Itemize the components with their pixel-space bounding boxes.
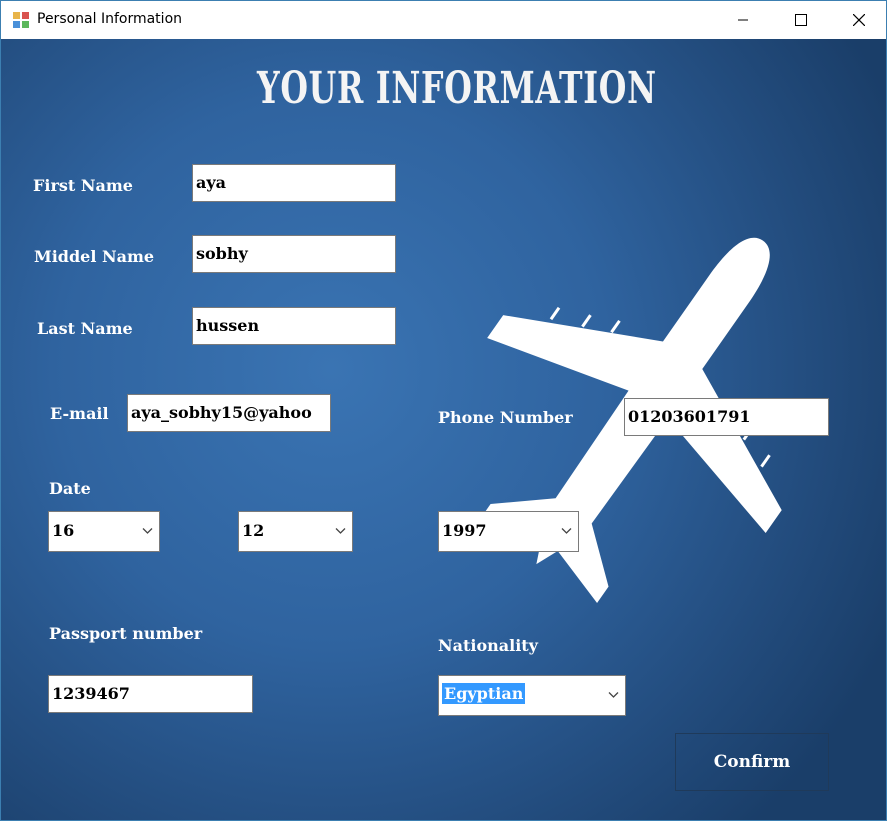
middle-name-field[interactable]: sobhy (192, 235, 396, 273)
last-name-label: Last Name (37, 319, 133, 338)
close-icon (853, 14, 865, 26)
maximize-button[interactable] (772, 1, 830, 39)
year-select[interactable]: 1997 (438, 511, 579, 552)
day-select[interactable]: 16 (48, 511, 160, 552)
first-name-field[interactable]: aya (192, 164, 396, 202)
close-button[interactable] (830, 1, 887, 39)
month-select[interactable]: 12 (238, 511, 353, 552)
app-icon (13, 12, 29, 28)
chevron-down-icon (608, 692, 619, 698)
confirm-button[interactable]: Confirm (675, 733, 829, 791)
last-name-field[interactable]: hussen (192, 307, 396, 345)
middle-name-label: Middel Name (34, 247, 155, 266)
email-label: E-mail (50, 404, 109, 423)
chevron-down-icon (561, 528, 572, 534)
month-value: 12 (242, 521, 265, 540)
phone-label: Phone Number (438, 408, 573, 427)
app-window: Personal Information YOUR INFORMATION Fi… (0, 0, 887, 821)
year-value: 1997 (442, 521, 487, 540)
passport-label: Passport number (49, 624, 203, 643)
first-name-label: First Name (33, 176, 133, 195)
form-area: YOUR INFORMATION First Name aya Middel N… (1, 39, 886, 820)
email-field[interactable]: aya_sobhy15@yahoo (127, 394, 331, 432)
maximize-icon (795, 14, 807, 26)
page-title: YOUR INFORMATION (257, 63, 657, 114)
phone-field[interactable]: 01203601791 (624, 398, 829, 436)
chevron-down-icon (142, 528, 153, 534)
chevron-down-icon (335, 528, 346, 534)
nationality-select[interactable]: Egyptian (438, 675, 626, 716)
passport-field[interactable]: 1239467 (48, 675, 253, 713)
title-bar: Personal Information (1, 1, 886, 39)
date-label: Date (49, 479, 91, 498)
window-title: Personal Information (37, 11, 183, 27)
minimize-icon (738, 19, 748, 21)
nationality-label: Nationality (438, 636, 538, 655)
day-value: 16 (52, 521, 75, 540)
minimize-button[interactable] (714, 1, 772, 39)
nationality-value: Egyptian (442, 683, 526, 704)
